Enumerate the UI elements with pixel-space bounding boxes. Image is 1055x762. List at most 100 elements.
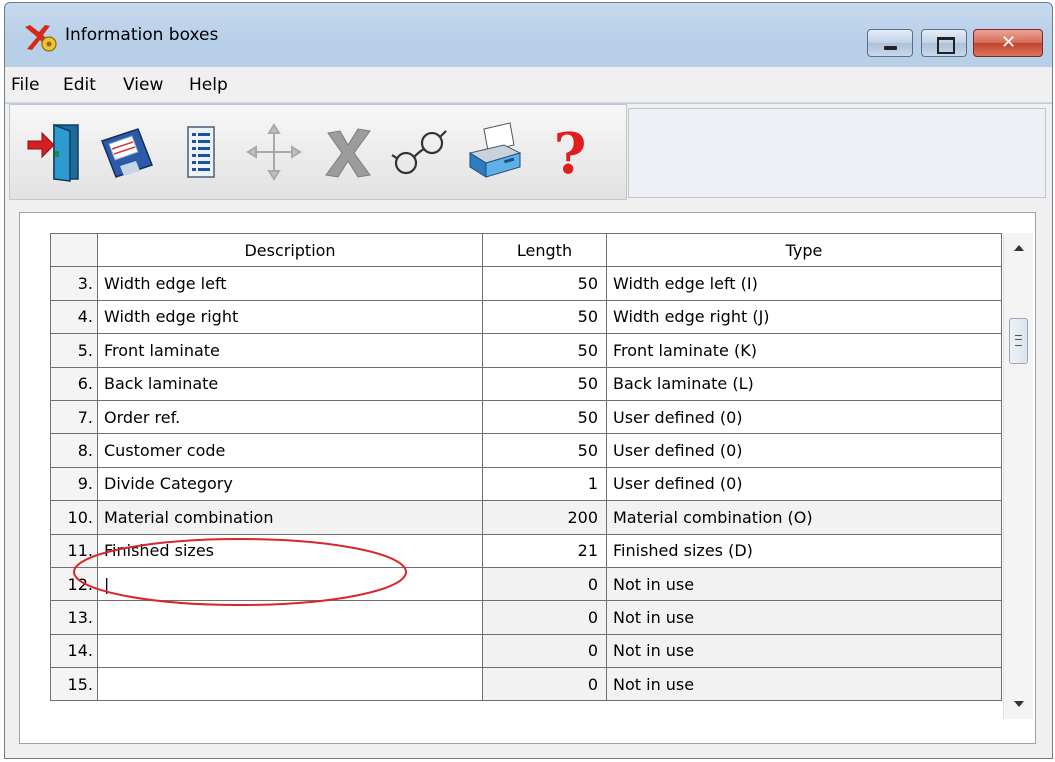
window-title: Information boxes — [65, 25, 219, 45]
row-number: 10. — [50, 500, 98, 535]
length-cell[interactable]: 50 — [482, 366, 607, 401]
info-box-table[interactable]: Description Length Type 3. Width edge le… — [50, 232, 1002, 702]
scroll-up-arrow-icon[interactable] — [1004, 233, 1034, 263]
row-number: 6. — [50, 366, 98, 401]
menu-file[interactable]: File — [11, 75, 39, 95]
length-cell[interactable]: 0 — [482, 667, 607, 702]
type-cell[interactable]: Width edge right (J) — [606, 299, 1002, 335]
printer-icon[interactable] — [464, 119, 524, 183]
row-number: 4. — [50, 299, 98, 335]
table-row[interactable]: 11. Finished sizes 21 Finished sizes (D) — [50, 533, 1002, 568]
svg-text:?: ? — [554, 121, 587, 183]
length-cell[interactable]: 0 — [482, 566, 607, 602]
toolbar-empty-area — [628, 108, 1046, 198]
row-number: 14. — [50, 633, 98, 669]
type-cell[interactable]: Not in use — [606, 600, 1002, 635]
description-cell[interactable] — [97, 633, 483, 669]
scroll-thumb[interactable] — [1009, 318, 1028, 364]
help-question-icon[interactable]: ? — [540, 119, 600, 183]
title-bar[interactable]: Information boxes — [5, 3, 1052, 63]
description-cell[interactable]: Customer code — [97, 433, 483, 468]
row-number: 3. — [50, 266, 98, 301]
type-cell[interactable]: Not in use — [606, 566, 1002, 602]
row-number: 15. — [50, 667, 98, 702]
length-cell[interactable]: 50 — [482, 333, 607, 368]
row-number: 12. — [50, 566, 98, 602]
length-cell[interactable]: 200 — [482, 500, 607, 535]
header-description[interactable]: Description — [97, 232, 483, 268]
move-arrows-icon[interactable] — [244, 119, 304, 183]
description-cell[interactable]: Width edge left — [97, 266, 483, 301]
app-logo-icon — [25, 25, 57, 52]
description-cell[interactable]: Order ref. — [97, 399, 483, 435]
length-cell[interactable]: 0 — [482, 600, 607, 635]
type-cell[interactable]: Material combination (O) — [606, 500, 1002, 535]
list-icon[interactable] — [170, 119, 230, 183]
table-row[interactable]: 9. Divide Category 1 User defined (0) — [50, 466, 1002, 502]
length-cell[interactable]: 21 — [482, 533, 607, 568]
menu-view[interactable]: View — [123, 75, 163, 95]
type-cell[interactable]: Finished sizes (D) — [606, 533, 1002, 568]
description-cell-editing[interactable]: | — [97, 566, 483, 602]
table-row[interactable]: 13. 0 Not in use — [50, 600, 1002, 635]
length-cell[interactable]: 0 — [482, 633, 607, 669]
description-cell[interactable]: Finished sizes — [97, 533, 483, 568]
type-cell[interactable]: User defined (0) — [606, 466, 1002, 502]
table-row[interactable]: 12. | 0 Not in use — [50, 566, 1002, 602]
description-cell[interactable] — [97, 667, 483, 702]
row-number: 8. — [50, 433, 98, 468]
header-type[interactable]: Type — [606, 232, 1002, 268]
type-cell[interactable]: Not in use — [606, 633, 1002, 669]
type-cell[interactable]: Back laminate (L) — [606, 366, 1002, 401]
table-row[interactable]: 14. 0 Not in use — [50, 633, 1002, 669]
scroll-down-arrow-icon[interactable] — [1004, 689, 1034, 719]
vertical-scrollbar[interactable] — [1003, 233, 1033, 719]
length-cell[interactable]: 50 — [482, 266, 607, 301]
row-number: 7. — [50, 399, 98, 435]
toolbar-area: ? — [5, 104, 1052, 202]
description-cell[interactable]: Material combination — [97, 500, 483, 535]
table-row[interactable]: 7. Order ref. 50 User defined (0) — [50, 399, 1002, 435]
delete-cross-icon[interactable] — [318, 119, 378, 183]
description-cell[interactable]: Width edge right — [97, 299, 483, 335]
exit-door-icon[interactable] — [24, 119, 84, 183]
type-cell[interactable]: Front laminate (K) — [606, 333, 1002, 368]
row-number: 9. — [50, 466, 98, 502]
type-cell[interactable]: User defined (0) — [606, 399, 1002, 435]
save-floppy-icon[interactable] — [96, 119, 156, 183]
length-cell[interactable]: 50 — [482, 399, 607, 435]
table-row[interactable]: 15. 0 Not in use — [50, 667, 1002, 702]
menu-help[interactable]: Help — [189, 75, 228, 95]
table-row[interactable]: 3. Width edge left 50 Width edge left (I… — [50, 266, 1002, 301]
menu-edit[interactable]: Edit — [63, 75, 96, 95]
type-cell[interactable]: Width edge left (I) — [606, 266, 1002, 301]
minimize-icon[interactable] — [867, 29, 913, 57]
header-length[interactable]: Length — [482, 232, 607, 268]
length-cell[interactable]: 50 — [482, 299, 607, 335]
length-cell[interactable]: 50 — [482, 433, 607, 468]
grid-panel: Description Length Type 3. Width edge le… — [19, 212, 1036, 744]
header-corner — [50, 232, 98, 268]
content-area: Description Length Type 3. Width edge le… — [5, 202, 1052, 758]
table-row[interactable]: 5. Front laminate 50 Front laminate (K) — [50, 333, 1002, 368]
table-header-row: Description Length Type — [50, 232, 1002, 268]
type-cell[interactable]: Not in use — [606, 667, 1002, 702]
description-cell[interactable]: Front laminate — [97, 333, 483, 368]
table-row[interactable]: 8. Customer code 50 User defined (0) — [50, 433, 1002, 468]
menu-bar: File Edit View Help — [5, 67, 1052, 103]
close-icon[interactable] — [973, 29, 1043, 57]
app-window: Information boxes File Edit View Help — [4, 2, 1053, 759]
glasses-icon[interactable] — [390, 119, 450, 183]
description-cell[interactable] — [97, 600, 483, 635]
row-number: 11. — [50, 533, 98, 568]
length-cell[interactable]: 1 — [482, 466, 607, 502]
description-cell[interactable]: Divide Category — [97, 466, 483, 502]
table-row[interactable]: 10. Material combination 200 Material co… — [50, 500, 1002, 535]
type-cell[interactable]: User defined (0) — [606, 433, 1002, 468]
maximize-icon[interactable] — [921, 29, 967, 57]
table-row[interactable]: 6. Back laminate 50 Back laminate (L) — [50, 366, 1002, 401]
row-number: 5. — [50, 333, 98, 368]
description-cell[interactable]: Back laminate — [97, 366, 483, 401]
table-row[interactable]: 4. Width edge right 50 Width edge right … — [50, 299, 1002, 335]
toolbar: ? — [9, 104, 627, 200]
